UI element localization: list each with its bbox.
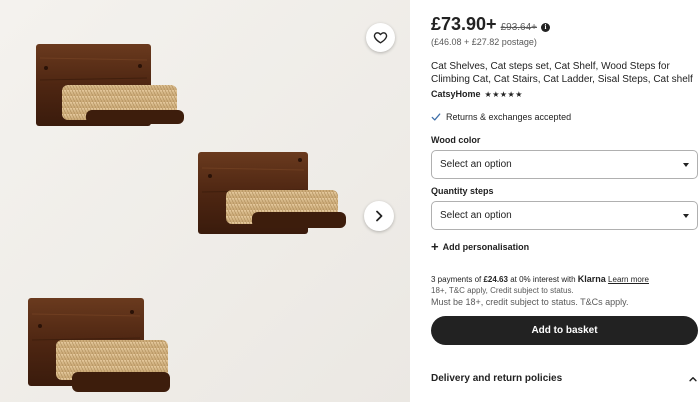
learn-more-link[interactable]: Learn more <box>608 275 649 284</box>
installments-prefix: 3 payments of <box>431 275 482 284</box>
klarna-installments: 3 payments of £24.63 at 0% interest with… <box>431 274 649 284</box>
klarna-brand: Klarna <box>577 274 606 284</box>
plus-icon: + <box>431 239 439 254</box>
wood-color-label: Wood color <box>431 135 481 145</box>
delivery-policies-toggle[interactable]: Delivery and return policies <box>431 373 698 384</box>
wood-color-select[interactable]: Select an option <box>431 150 698 179</box>
product-image-gallery <box>0 0 410 402</box>
add-personalisation-label: Add personalisation <box>442 242 530 252</box>
credit-terms: 18+, T&C apply, Credit subject to status… <box>431 286 574 295</box>
wood-color-value: Select an option <box>440 159 512 170</box>
quantity-steps-value: Select an option <box>440 210 512 221</box>
chevron-right-icon <box>376 210 383 222</box>
add-personalisation-button[interactable]: + Add personalisation <box>431 239 530 254</box>
returns-notice: Returns & exchanges accepted <box>431 112 571 122</box>
price-breakdown: (£46.08 + £27.82 postage) <box>431 37 537 47</box>
current-price: £73.90+ <box>431 14 497 34</box>
listing-title: Cat Shelves, Cat steps set, Cat Shelf, W… <box>431 61 693 85</box>
quantity-steps-label: Quantity steps <box>431 186 494 196</box>
age-notice: Must be 18+, credit subject to status. T… <box>431 297 629 307</box>
price-row: £73.90+ £93.64+ i <box>431 14 551 35</box>
seller-name[interactable]: CatsyHome <box>431 89 481 99</box>
favorite-button[interactable] <box>366 23 395 52</box>
heart-icon <box>373 32 388 44</box>
caret-down-icon <box>683 213 689 218</box>
add-to-basket-button[interactable]: Add to basket <box>431 316 698 345</box>
product-photo <box>0 0 410 402</box>
check-icon <box>431 113 441 121</box>
installments-suffix: at 0% interest with <box>510 275 576 284</box>
rating-stars: ★★★★★ <box>484 89 523 99</box>
returns-text: Returns & exchanges accepted <box>446 112 572 122</box>
info-icon[interactable]: i <box>541 22 551 32</box>
caret-down-icon <box>683 162 689 167</box>
installment-amount: £24.63 <box>483 275 508 284</box>
original-price: £93.64+ <box>500 22 538 33</box>
chevron-up-icon <box>689 376 697 381</box>
seller-row: CatsyHome ★★★★★ <box>431 89 523 99</box>
delivery-policies-label: Delivery and return policies <box>431 373 563 384</box>
next-image-button[interactable] <box>364 201 394 231</box>
listing-details: £73.90+ £93.64+ i (£46.08 + £27.82 posta… <box>431 0 698 402</box>
quantity-steps-select[interactable]: Select an option <box>431 201 698 230</box>
